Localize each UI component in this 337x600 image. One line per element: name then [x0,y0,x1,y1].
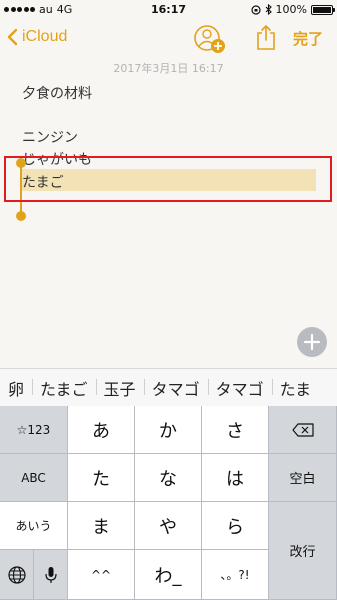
done-button[interactable]: 完了 [293,28,323,49]
chevron-left-icon [7,28,18,46]
kana-key[interactable]: や [135,502,202,550]
battery-icon [311,4,335,15]
keyboard: ☆123 ABC あいう あ か さ た な は ま や ら ^^ わ_ 、。?… [0,406,337,600]
kana-key[interactable]: か [135,406,202,454]
selection-handle-end[interactable] [16,211,26,221]
punctuation-key[interactable]: 、。?! [202,550,269,600]
suggestion-item[interactable]: たまご [32,376,96,400]
kana-key[interactable]: ま [68,502,135,550]
add-person-icon[interactable] [193,24,227,54]
suggestion-item[interactable]: 卵 [0,376,32,400]
battery-percent: 100% [275,3,307,16]
note-line[interactable]: ニンジン [22,127,78,147]
status-right: 100% [250,3,335,16]
kana-key[interactable]: な [135,454,202,502]
kana-key[interactable]: わ_ [135,550,202,600]
nav-bar: iCloud 完了 [0,20,337,60]
kana-key[interactable]: た [68,454,135,502]
back-button[interactable]: iCloud [6,28,67,46]
globe-icon [7,565,26,584]
space-key[interactable]: 空白 [269,454,337,502]
numbers-key[interactable]: ☆123 [0,406,68,454]
note-line-title[interactable]: 夕食の材料 [22,83,92,103]
suggestion-item[interactable]: たま [271,376,320,400]
microphone-key[interactable] [34,550,68,600]
suggestion-item[interactable]: タマゴ [207,376,272,400]
red-annotation-box [4,156,332,202]
suggestion-item[interactable]: 玉子 [95,376,144,400]
note-date: 2017年3月1日 16:17 [113,62,224,75]
kana-key[interactable]: あいう [0,502,68,550]
emoticon-key[interactable]: ^^ [68,550,135,600]
return-key[interactable]: 改行 [269,502,337,600]
delete-key-icon [291,422,314,437]
microphone-icon [44,566,57,583]
plus-icon[interactable] [297,327,327,357]
bluetooth-icon [265,4,272,15]
share-icon[interactable] [256,24,276,50]
globe-key[interactable] [0,550,34,600]
kana-key[interactable]: さ [202,406,269,454]
kana-key[interactable]: ら [202,502,269,550]
rotation-lock-icon [250,4,261,15]
status-bar: au 4G 16:17 100% [0,0,337,20]
suggestion-item[interactable]: タマゴ [143,376,208,400]
abc-key[interactable]: ABC [0,454,68,502]
delete-key[interactable] [269,406,337,454]
suggestion-bar: 卵 たまご 玉子 タマゴ タマゴ たま [0,368,337,406]
kana-key[interactable]: は [202,454,269,502]
back-label: iCloud [22,28,68,45]
kana-key[interactable]: あ [68,406,135,454]
